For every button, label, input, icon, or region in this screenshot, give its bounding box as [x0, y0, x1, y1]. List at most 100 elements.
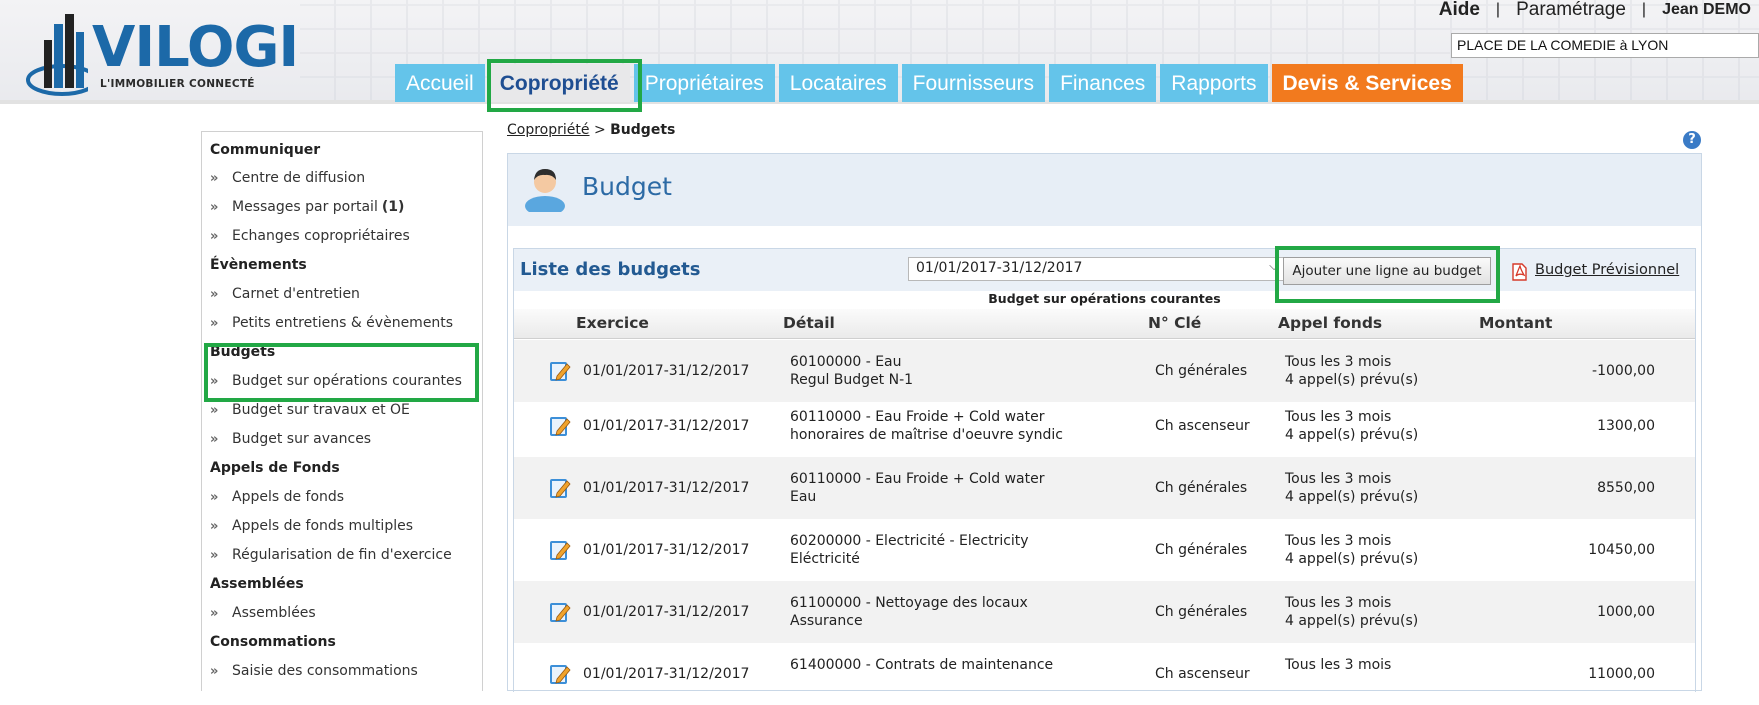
tab-proprietaires[interactable]: Propriétaires [633, 64, 775, 102]
sidebar-item-assemblees[interactable]: » Assemblées [210, 605, 316, 621]
column-header-appel-fonds[interactable]: Appel fonds [1278, 314, 1382, 332]
cell-montant: 11000,00 [1588, 666, 1655, 682]
table-header: Exercice Détail N° Clé Appel fonds Monta… [514, 309, 1695, 339]
sidebar-item-label: Petits entretiens & évènements [232, 315, 454, 331]
help-icon[interactable]: ? [1683, 131, 1701, 149]
table-row[interactable]: 01/01/2017-31/12/2017 60110000 - Eau Fro… [514, 457, 1695, 519]
highlight-box-tab [487, 59, 642, 112]
message-count-badge: (1) [381, 199, 405, 215]
table-row[interactable]: 01/01/2017-31/12/2017 60100000 - Eau Reg… [514, 340, 1695, 402]
cell-exercice: 01/01/2017-31/12/2017 [583, 604, 750, 620]
column-header-cle[interactable]: N° Clé [1148, 314, 1201, 332]
tab-accueil[interactable]: Accueil [395, 64, 485, 102]
link-separator: | [1495, 1, 1501, 18]
breadcrumb-link-copropriete[interactable]: Copropriété [507, 122, 590, 138]
edit-icon[interactable] [548, 662, 572, 686]
cell-appel-frequency: Tous les 3 mois [1285, 409, 1392, 425]
help-link[interactable]: Aide [1439, 0, 1480, 21]
sidebar-item-carnet-entretien[interactable]: » Carnet d'entretien [210, 286, 360, 302]
double-chevron-icon: » [210, 199, 219, 215]
sidebar-item-petits-entretiens[interactable]: » Petits entretiens & évènements [210, 315, 453, 331]
table-row[interactable]: 01/01/2017-31/12/2017 61100000 - Nettoya… [514, 581, 1695, 643]
sidebar-item-budget-avances[interactable]: » Budget sur avances [210, 431, 371, 447]
sidebar-item-appels-de-fonds-multiples[interactable]: » Appels de fonds multiples [210, 518, 413, 534]
double-chevron-icon: » [210, 489, 219, 505]
cell-appel-frequency: Tous les 3 mois [1285, 533, 1392, 549]
double-chevron-icon: » [210, 431, 219, 447]
sidebar-item-appels-de-fonds[interactable]: » Appels de fonds [210, 489, 344, 505]
cell-montant: -1000,00 [1592, 363, 1655, 379]
sidebar-item-centre-de-diffusion[interactable]: » Centre de diffusion [210, 170, 365, 186]
column-header-montant[interactable]: Montant [1479, 314, 1552, 332]
cell-detail-label: Regul Budget N-1 [790, 372, 914, 388]
tab-fournisseurs[interactable]: Fournisseurs [901, 64, 1046, 102]
cell-montant: 1000,00 [1597, 604, 1655, 620]
page-title: Budget [582, 172, 672, 201]
sidebar-item-label: Assemblées [232, 605, 316, 621]
cell-montant: 10450,00 [1588, 542, 1655, 558]
edit-icon[interactable] [548, 359, 572, 383]
sidebar-section-title: Communiquer [210, 142, 321, 158]
user-name[interactable]: Jean DEMO [1662, 1, 1751, 19]
column-header-exercice[interactable]: Exercice [576, 314, 649, 332]
cell-appel-frequency: Tous les 3 mois [1285, 471, 1392, 487]
double-chevron-icon: » [210, 518, 219, 534]
double-chevron-icon: » [210, 605, 219, 621]
double-chevron-icon: » [210, 228, 219, 244]
sidebar: Communiquer » Centre de diffusion » Messag… [201, 131, 483, 691]
cell-appel-frequency: Tous les 3 mois [1285, 657, 1392, 673]
cell-cle: Ch générales [1155, 480, 1248, 496]
tab-finances[interactable]: Finances [1049, 64, 1157, 102]
brand-tagline: L'IMMOBILIER CONNECTÉ [100, 78, 255, 90]
cell-detail-label: Eléctricité [790, 551, 860, 567]
tab-rapports[interactable]: Rapports [1160, 64, 1268, 102]
column-header-detail[interactable]: Détail [783, 314, 835, 332]
sidebar-item-messages-par-portail[interactable]: » Messages par portail (1) [210, 199, 404, 215]
cell-appel-count: 4 appel(s) prévu(s) [1285, 551, 1419, 567]
sidebar-item-label: Messages par portail [232, 199, 378, 215]
highlight-box-add-button [1275, 246, 1500, 303]
sidebar-item-saisie-consommations[interactable]: » Saisie des consommations [210, 663, 418, 679]
sidebar-item-budget-travaux[interactable]: » Budget sur travaux et OE [210, 402, 410, 418]
sidebar-item-regularisation[interactable]: » Régularisation de fin d'exercice [210, 547, 452, 563]
breadcrumb: Copropriété > Budgets [507, 122, 675, 138]
edit-icon[interactable] [548, 414, 572, 438]
cell-appel-count: 4 appel(s) prévu(s) [1285, 427, 1419, 443]
budget-previsionnel-link[interactable]: Budget Prévisionnel [1535, 262, 1679, 278]
tab-devis-services[interactable]: Devis & Services [1271, 64, 1463, 102]
cell-cle: Ch générales [1155, 542, 1248, 558]
cell-detail-account: 60110000 - Eau Froide + Cold water [790, 409, 1045, 425]
budget-panel: Budget Liste des budgets 01/01/2017-31/1… [507, 153, 1702, 692]
cell-detail-label: honoraires de maîtrise d'oeuvre syndic [790, 427, 1063, 443]
vilogi-logo[interactable]: VILOGI L'IMMOBILIER CONNECTÉ [8, 6, 328, 98]
edit-icon[interactable] [548, 600, 572, 624]
top-links: Aide | Paramétrage | Jean DEMO [1439, 0, 1751, 20]
brand-name: VILOGI [92, 15, 299, 80]
table-row[interactable]: 01/01/2017-31/12/2017 61400000 - Contrat… [514, 643, 1695, 705]
period-select[interactable]: 01/01/2017-31/12/2017 ⌵ [908, 257, 1286, 281]
sidebar-item-echanges-coproprietaires[interactable]: » Echanges copropriétaires [210, 228, 410, 244]
cell-exercice: 01/01/2017-31/12/2017 [583, 363, 750, 379]
cell-appel-count: 4 appel(s) prévu(s) [1285, 372, 1419, 388]
double-chevron-icon: » [210, 170, 219, 186]
cell-exercice: 01/01/2017-31/12/2017 [583, 480, 750, 496]
sidebar-section-title: Assemblées [210, 576, 304, 592]
cell-detail-account: 60100000 - Eau [790, 354, 902, 370]
cell-detail-account: 60110000 - Eau Froide + Cold water [790, 471, 1045, 487]
building-select[interactable]: PLACE DE LA COMEDIE à LYON [1451, 33, 1759, 58]
tab-locataires[interactable]: Locataires [778, 64, 898, 102]
edit-icon[interactable] [548, 538, 572, 562]
edit-icon[interactable] [548, 476, 572, 500]
table-row[interactable]: 01/01/2017-31/12/2017 60110000 - Eau Fro… [514, 395, 1695, 457]
table-row[interactable]: 01/01/2017-31/12/2017 60200000 - Electri… [514, 519, 1695, 581]
period-select-value: 01/01/2017-31/12/2017 [916, 260, 1083, 276]
pdf-icon[interactable] [1510, 262, 1528, 282]
list-toolbar: Liste des budgets 01/01/2017-31/12/2017 … [514, 249, 1695, 291]
sidebar-item-label: Saisie des consommations [232, 663, 418, 679]
cell-montant: 8550,00 [1597, 480, 1655, 496]
cell-cle: Ch générales [1155, 363, 1248, 379]
table-caption: Budget sur opérations courantes [988, 291, 1221, 306]
double-chevron-icon: » [210, 547, 219, 563]
settings-link[interactable]: Paramétrage [1516, 0, 1626, 21]
link-separator: | [1641, 1, 1647, 18]
